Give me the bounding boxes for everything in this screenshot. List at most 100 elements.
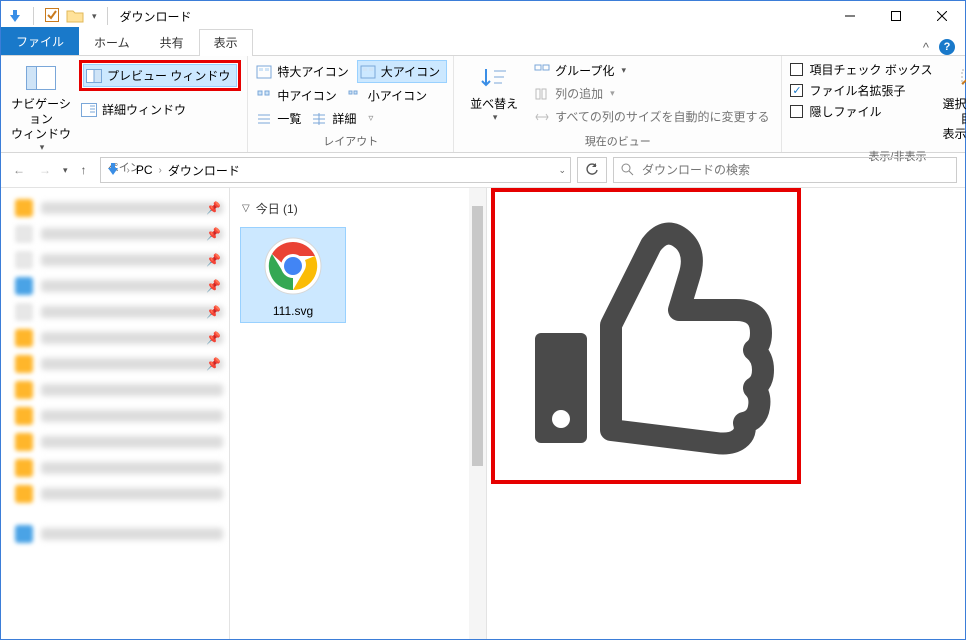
preview-pane: [487, 188, 965, 639]
group-icon: [534, 63, 550, 79]
nav-item[interactable]: [15, 404, 223, 428]
hide-selected-label: 選択した項目を 表示しない: [940, 97, 966, 142]
checkbox-icon: ✓: [790, 84, 803, 97]
layout-small-icons[interactable]: 小アイコン: [345, 85, 433, 106]
tab-view[interactable]: 表示: [199, 29, 253, 56]
size-all-columns-button[interactable]: すべての列のサイズを自動的に変更する: [532, 106, 775, 127]
navigation-pane-button[interactable]: ナビゲーション ウィンドウ ▾: [7, 58, 75, 157]
refresh-button[interactable]: [577, 157, 607, 183]
scrollbar[interactable]: [469, 188, 486, 639]
nav-item[interactable]: [15, 482, 223, 506]
chevron-right-icon[interactable]: ›: [159, 165, 162, 176]
breadcrumb-downloads[interactable]: ダウンロード: [168, 162, 240, 179]
nav-item[interactable]: [15, 430, 223, 454]
window-title: ダウンロード: [120, 8, 192, 25]
size-all-columns-label: すべての列のサイズを自動的に変更する: [555, 108, 769, 125]
group-by-button[interactable]: グループ化▾: [532, 60, 775, 81]
nav-item[interactable]: 📌: [15, 222, 223, 246]
checkbox-icon: [790, 63, 803, 76]
layout-details[interactable]: 詳細: [309, 108, 362, 129]
nav-item[interactable]: [15, 522, 223, 546]
address-bar[interactable]: › PC › ダウンロード ⌄: [100, 157, 571, 183]
collapse-icon: ▽: [242, 203, 250, 214]
dropdown-icon: ▾: [40, 142, 45, 153]
chevron-right-icon[interactable]: ›: [127, 165, 130, 176]
tab-home[interactable]: ホーム: [79, 29, 145, 56]
window-controls: [827, 1, 965, 31]
pin-icon: 📌: [206, 279, 221, 293]
forward-button[interactable]: →: [35, 160, 55, 180]
minimize-button[interactable]: [827, 1, 873, 31]
nav-item[interactable]: [15, 456, 223, 480]
list-icon: [256, 111, 272, 127]
layout-extra-large-icons[interactable]: 特大アイコン: [254, 60, 354, 83]
navigation-bar: ← → ▾ ↑ › PC › ダウンロード ⌄: [1, 153, 965, 188]
location-icon: [105, 161, 121, 180]
layout-overflow-icon[interactable]: ▿: [364, 113, 373, 124]
maximize-button[interactable]: [873, 1, 919, 31]
search-box[interactable]: [613, 157, 957, 183]
nav-item[interactable]: 📌: [15, 352, 223, 376]
separator: [107, 7, 108, 25]
file-item[interactable]: 111.svg: [240, 227, 346, 323]
qat-dropdown-icon[interactable]: ▾: [92, 11, 97, 22]
address-dropdown-icon[interactable]: ⌄: [558, 165, 566, 176]
checkbox-icon: [790, 105, 803, 118]
close-button[interactable]: [919, 1, 965, 31]
scrollbar-thumb[interactable]: [472, 206, 483, 466]
help-icon[interactable]: ?: [939, 39, 955, 55]
breadcrumb-pc[interactable]: PC: [136, 163, 153, 177]
file-extensions-label: ファイル名拡張子: [809, 82, 905, 99]
layout-list[interactable]: 一覧: [254, 108, 307, 129]
layout-medium-icons[interactable]: 中アイコン: [254, 85, 342, 106]
ribbon-group-layout: 特大アイコン 大アイコン 中アイコン 小アイコン 一覧 詳細 ▿ レイアウト: [248, 56, 454, 152]
ribbon-tabs: ファイル ホーム 共有 表示 ^ ?: [1, 31, 965, 56]
navigation-pane-icon: [25, 62, 57, 94]
nav-item[interactable]: 📌: [15, 196, 223, 220]
details-pane-button[interactable]: 詳細ウィンドウ: [79, 99, 241, 120]
grid-icon: [347, 88, 363, 104]
quick-access-toolbar: ▾: [7, 7, 112, 26]
details-pane-icon: [81, 102, 97, 118]
file-extensions-toggle[interactable]: ✓ ファイル名拡張子: [788, 81, 934, 100]
sort-label: 並べ替え: [470, 97, 518, 112]
nav-item[interactable]: 📌: [15, 300, 223, 324]
hide-icon: [956, 62, 966, 94]
nav-item[interactable]: 📌: [15, 326, 223, 350]
add-columns-button[interactable]: 列の追加▾: [532, 83, 775, 104]
navigation-pane[interactable]: 📌 📌 📌 📌 📌 📌 📌: [1, 188, 230, 639]
folder-icon[interactable]: [66, 8, 84, 24]
history-dropdown-icon[interactable]: ▾: [63, 165, 68, 176]
group-header-today[interactable]: ▽ 今日 (1): [242, 200, 478, 217]
hide-selected-button[interactable]: 選択した項目を 表示しない: [938, 58, 966, 146]
file-list[interactable]: ▽ 今日 (1): [230, 188, 487, 639]
checkbox-icon[interactable]: [44, 7, 60, 26]
chrome-icon: [261, 234, 325, 298]
dropdown-icon: ▾: [493, 112, 498, 123]
layout-small-label: 小アイコン: [368, 87, 427, 104]
details-pane-label: 詳細ウィンドウ: [102, 101, 186, 118]
nav-item[interactable]: [15, 378, 223, 402]
layout-xlarge-label: 特大アイコン: [277, 63, 348, 80]
hidden-items-toggle[interactable]: 隠しファイル: [788, 102, 934, 121]
layout-large-icons[interactable]: 大アイコン: [357, 60, 447, 83]
sort-button[interactable]: 並べ替え ▾: [460, 58, 528, 127]
titlebar: ▾ ダウンロード: [1, 1, 965, 31]
pin-icon: 📌: [206, 253, 221, 267]
tab-file[interactable]: ファイル: [1, 27, 79, 55]
ribbon-group-panes: ナビゲーション ウィンドウ ▾ プレビュー ウィンドウ: [1, 56, 248, 152]
nav-item[interactable]: 📌: [15, 274, 223, 298]
item-checkboxes-toggle[interactable]: 項目チェック ボックス: [788, 60, 934, 79]
callout-preview-content: [491, 188, 801, 484]
search-input[interactable]: [640, 162, 950, 178]
preview-pane-button[interactable]: プレビュー ウィンドウ: [83, 64, 237, 87]
preview-pane-icon: [86, 68, 102, 84]
back-button[interactable]: ←: [9, 160, 29, 180]
down-arrow-icon[interactable]: [7, 8, 23, 24]
group-header-label: 今日 (1): [256, 200, 298, 217]
tab-share[interactable]: 共有: [145, 29, 199, 56]
dropdown-icon: ▾: [621, 65, 626, 76]
up-button[interactable]: ↑: [74, 160, 94, 180]
collapse-ribbon-button[interactable]: ^: [923, 40, 929, 55]
nav-item[interactable]: 📌: [15, 248, 223, 272]
